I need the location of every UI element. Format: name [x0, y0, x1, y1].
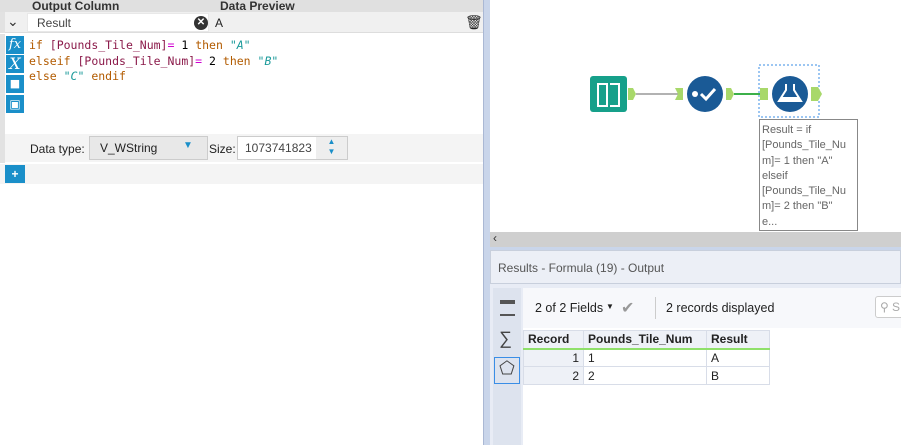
- expression-line: elseif [Pounds_Tile_Num]= 2 then "B": [29, 53, 279, 68]
- table-cell[interactable]: 1: [583, 348, 707, 367]
- table-cell[interactable]: 2: [583, 366, 707, 385]
- open-folder-icon[interactable]: ■: [6, 75, 24, 93]
- column-header[interactable]: Record: [523, 330, 584, 350]
- data-preview-value: A: [215, 16, 224, 30]
- add-row: +: [0, 164, 483, 184]
- size-stepper[interactable]: ▲ ▼: [316, 137, 347, 159]
- output-anchor[interactable]: [726, 88, 734, 100]
- results-toolbar: 2 of 2 Fields ▼ ✔ 2 records displayed ⚲ …: [523, 288, 901, 328]
- records-count: 2 records displayed: [666, 301, 775, 315]
- data-view-icon[interactable]: ⬠: [494, 357, 520, 384]
- save-icon[interactable]: ▣: [6, 95, 24, 113]
- annotation-line: m]= 2 then "B": [762, 200, 833, 213]
- expression-line: if [Pounds_Tile_Num]= 1 then "A": [29, 38, 251, 52]
- output-anchor[interactable]: [811, 87, 822, 101]
- search-icon: ⚲: [880, 300, 889, 314]
- panel-splitter[interactable]: [483, 0, 490, 445]
- output-column-input[interactable]: Result ✕: [27, 13, 209, 32]
- variable-icon[interactable]: X: [6, 55, 24, 73]
- add-formula-button[interactable]: +: [5, 165, 25, 183]
- data-type-select[interactable]: V_WString ▼: [89, 136, 208, 160]
- annotation-line: Result = if: [762, 124, 812, 136]
- output-column-header: Output Column: [32, 0, 120, 13]
- formula-row-header: ⌄ Result ✕ A 🗑: [0, 12, 483, 33]
- search-input[interactable]: ⚲ S: [875, 296, 901, 318]
- clear-icon[interactable]: ✕: [194, 16, 208, 30]
- expression-line: else "C" endif: [29, 69, 126, 83]
- trash-icon[interactable]: 🗑: [465, 14, 483, 31]
- table-cell[interactable]: A: [706, 348, 770, 367]
- expression-editor[interactable]: if [Pounds_Tile_Num]= 1 then "A" elseif […: [29, 38, 479, 133]
- chevron-down-icon[interactable]: ⌄: [7, 13, 19, 30]
- data-type-row: Data type: V_WString ▼ Size: 1073741823 …: [5, 134, 483, 162]
- input-anchor[interactable]: [760, 88, 768, 100]
- results-header: Results - Formula (19) - Output: [490, 250, 901, 284]
- function-icon[interactable]: fx: [6, 36, 24, 54]
- size-label: Size:: [209, 142, 236, 156]
- column-header[interactable]: Pounds_Tile_Num: [583, 330, 707, 350]
- table-row: 11A: [523, 348, 770, 367]
- workflow-canvas[interactable]: Result = if [Pounds_Tile_Nu m]= 1 then "A"…: [490, 0, 901, 232]
- formula-tool-icon[interactable]: [772, 76, 808, 112]
- annotation-line: m]= 1 then "A": [762, 154, 833, 167]
- annotation-line: e...: [762, 215, 778, 228]
- formula-annotation: Result = if [Pounds_Tile_Nu m]= 1 then "A"…: [759, 119, 858, 231]
- annotation-line: elseif: [762, 169, 788, 182]
- column-header: Output Column Data Preview: [0, 0, 483, 12]
- table-view-icon[interactable]: [500, 300, 515, 316]
- fields-selector[interactable]: 2 of 2 Fields: [535, 301, 603, 315]
- column-header[interactable]: Result: [706, 330, 770, 350]
- data-preview-header: Data Preview: [220, 0, 295, 13]
- checkmark-icon[interactable]: ✔: [621, 298, 634, 318]
- results-view-sidebar: ∑ ⬠: [493, 288, 521, 445]
- results-table: Record Pounds_Tile_Num Result 11A22B: [523, 330, 770, 385]
- annotation-line: [Pounds_Tile_Nu: [762, 185, 846, 198]
- output-anchor[interactable]: [628, 88, 636, 100]
- annotation-line: [Pounds_Tile_Nu: [762, 139, 846, 152]
- select-tool-icon[interactable]: [687, 76, 723, 112]
- dropdown-arrow-icon: ▼: [183, 140, 193, 151]
- scroll-left-icon[interactable]: ‹: [493, 231, 497, 245]
- metadata-icon[interactable]: ∑: [499, 328, 512, 349]
- input-tool-icon[interactable]: [590, 76, 627, 112]
- data-type-label: Data type:: [30, 142, 85, 156]
- table-cell[interactable]: B: [706, 366, 770, 385]
- size-input[interactable]: 1073741823 ▲ ▼: [237, 136, 348, 160]
- results-panel: Results - Formula (19) - Output ∑ ⬠ 2 of…: [490, 250, 901, 445]
- table-cell[interactable]: 1: [523, 348, 584, 367]
- horizontal-scrollbar[interactable]: ‹: [490, 231, 901, 247]
- results-title: Results - Formula (19) - Output: [498, 261, 665, 275]
- table-cell[interactable]: 2: [523, 366, 584, 385]
- formula-panel: Output Column Data Preview ⌄ Result ✕ A …: [0, 0, 483, 445]
- table-row: 22B: [523, 366, 770, 385]
- dropdown-arrow-icon[interactable]: ▼: [606, 302, 614, 311]
